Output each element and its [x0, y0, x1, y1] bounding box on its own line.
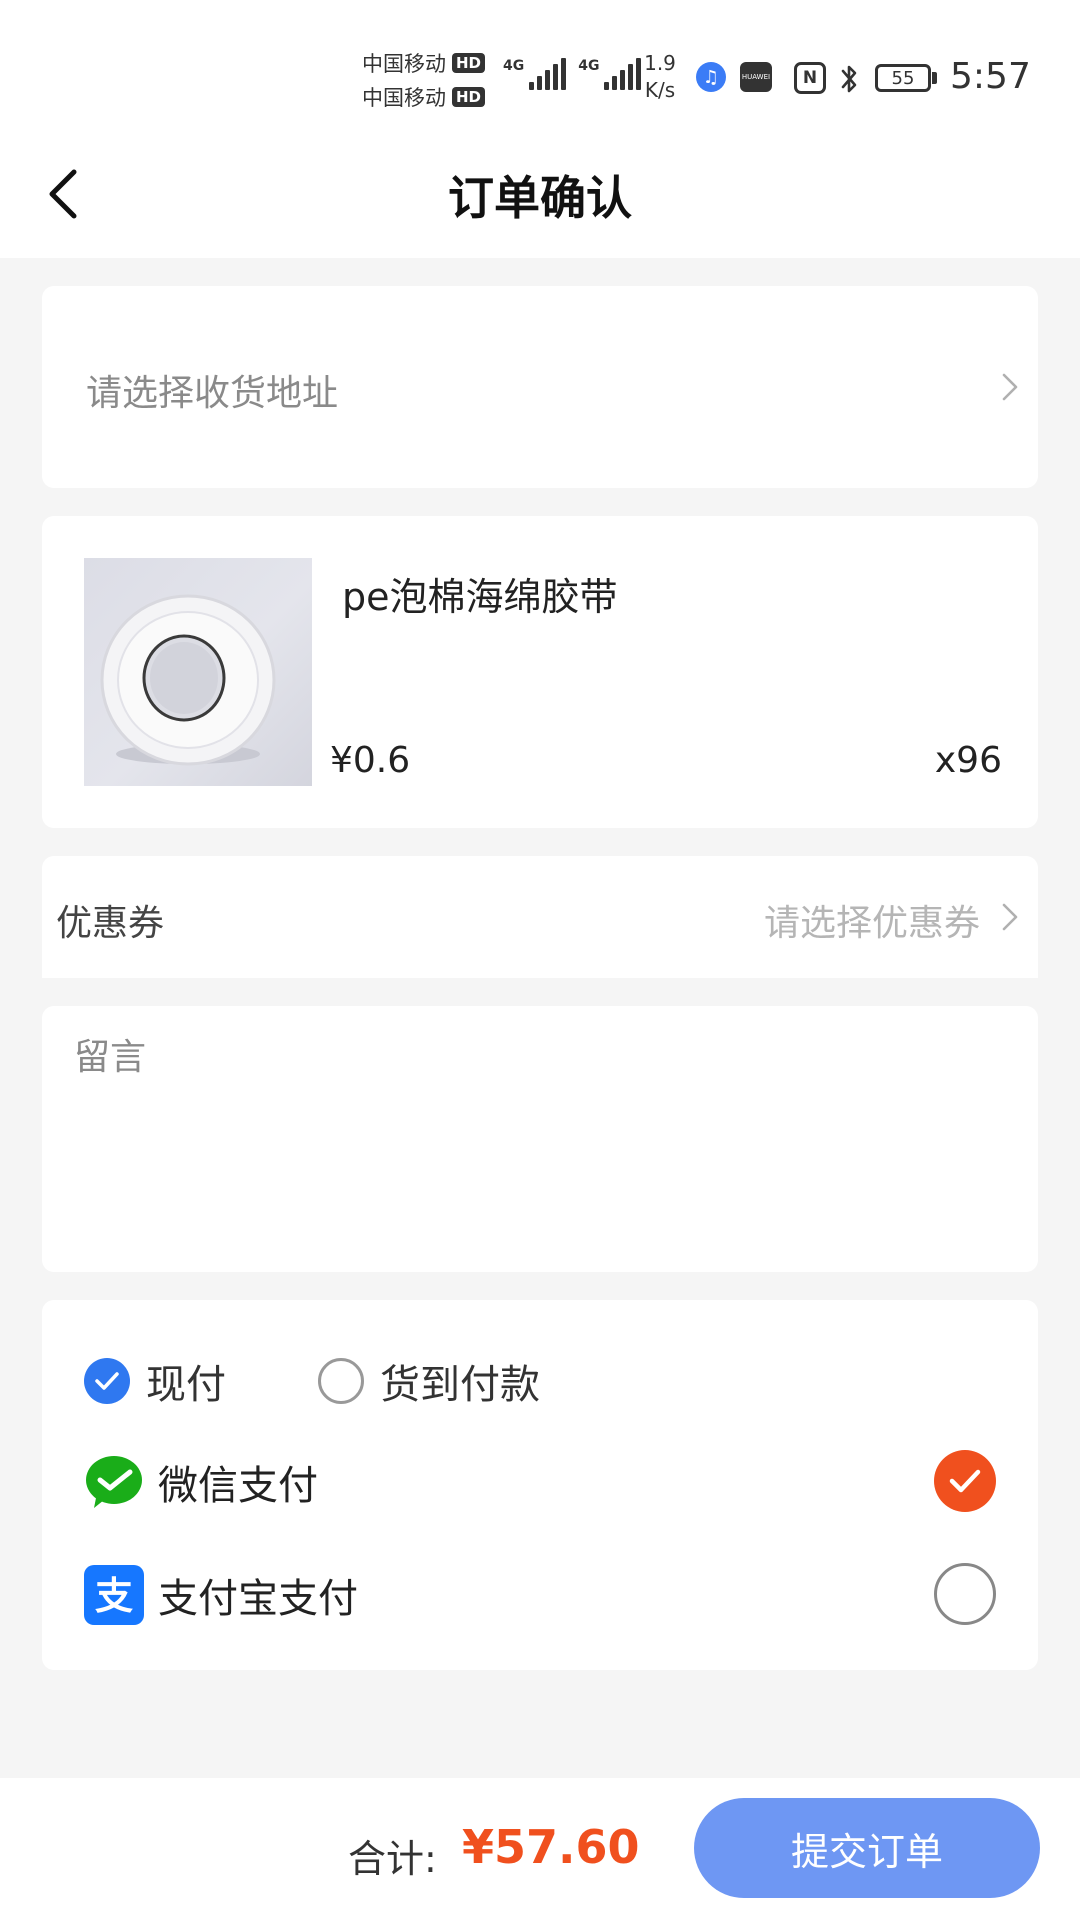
- radio-checked: [84, 1358, 130, 1404]
- status-time: 5:57: [950, 56, 1031, 97]
- wechat-pay-label: 微信支付: [158, 1463, 318, 1509]
- carrier-name: 中国移动: [362, 86, 446, 110]
- coupon-placeholder: 请选择优惠券: [763, 903, 980, 944]
- huawei-app-icon: HUAWEI: [740, 62, 772, 92]
- nfc-icon: N: [794, 62, 826, 94]
- payment-card: 现付 货到付款 微信支付 支 支付宝支付: [42, 1300, 1038, 1670]
- total-amount: ¥57.60: [462, 1820, 640, 1874]
- pay-now-option[interactable]: 现付: [84, 1352, 226, 1410]
- product-quantity: x96: [934, 740, 1002, 781]
- radio-unchecked: [318, 1358, 364, 1404]
- huawei-label: HUAWEI: [741, 73, 771, 81]
- wechat-pay-option[interactable]: 微信支付: [84, 1450, 996, 1514]
- submit-order-button[interactable]: 提交订单: [694, 1798, 1040, 1898]
- music-app-icon: ♫: [696, 62, 726, 92]
- cash-on-delivery-label: 货到付款: [380, 1362, 540, 1408]
- alipay-icon: 支: [84, 1565, 144, 1625]
- signal-icon: 4G: [503, 58, 567, 90]
- network-type: 4G: [578, 58, 600, 74]
- carrier-name: 中国移动: [362, 52, 446, 76]
- cash-on-delivery-option[interactable]: 货到付款: [318, 1352, 540, 1410]
- product-price: ¥0.6: [330, 740, 411, 781]
- hd-badge: HD: [452, 53, 486, 73]
- carrier-info: 中国移动 HD 中国移动 HD: [362, 46, 502, 114]
- page-title: 订单确认: [448, 171, 632, 225]
- network-speed: 1.9 K/s: [640, 50, 680, 104]
- nfc-label: N: [802, 68, 818, 88]
- address-placeholder: 请选择收货地址: [86, 373, 339, 414]
- product-card: pe泡棉海绵胶带 ¥0.6 x96: [42, 516, 1038, 828]
- status-bar: 中国移动 HD 中国移动 HD 4G 4G 1.9 K/s ♫ HUAWEI N…: [0, 0, 1080, 130]
- check-icon: [934, 1450, 996, 1512]
- address-selector[interactable]: 请选择收货地址: [42, 286, 1038, 488]
- signal-indicators: 4G 4G: [503, 58, 653, 90]
- svg-text:支: 支: [95, 1574, 133, 1618]
- network-type: 4G: [503, 58, 525, 74]
- battery-level: 55: [891, 67, 915, 89]
- bluetooth-icon: [836, 62, 862, 96]
- message-input[interactable]: [72, 1026, 1006, 1256]
- chevron-right-icon: [1002, 903, 1018, 931]
- back-arrow-icon[interactable]: [44, 164, 94, 224]
- pay-now-label: 现付: [146, 1362, 226, 1408]
- radio-unchecked: [934, 1563, 996, 1625]
- network-speed-unit: K/s: [644, 78, 676, 102]
- chevron-right-icon: [1002, 373, 1018, 401]
- coupon-label: 优惠券: [56, 903, 165, 944]
- coupon-selector[interactable]: 优惠券 请选择优惠券: [42, 856, 1038, 978]
- product-name: pe泡棉海绵胶带: [342, 575, 618, 619]
- total-label: 合计:: [348, 1837, 437, 1881]
- alipay-option[interactable]: 支 支付宝支付: [84, 1563, 996, 1627]
- nav-header: 订单确认: [0, 130, 1080, 258]
- battery-cap: [932, 72, 937, 84]
- hd-badge: HD: [452, 87, 486, 107]
- alipay-label: 支付宝支付: [158, 1576, 358, 1622]
- product-image: [84, 558, 312, 786]
- network-speed-value: 1.9: [644, 51, 676, 75]
- message-card: [42, 1006, 1038, 1272]
- checkout-bar: 合计: ¥57.60 提交订单: [0, 1778, 1080, 1920]
- wechat-pay-icon: [84, 1452, 144, 1512]
- signal-icon: 4G: [578, 58, 642, 90]
- battery-icon: 55: [875, 64, 931, 92]
